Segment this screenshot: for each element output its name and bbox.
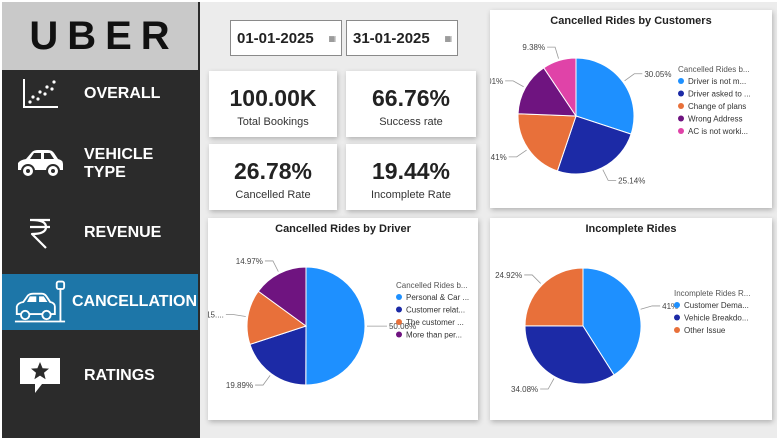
kpi-label: Cancelled Rate xyxy=(235,189,311,201)
data-label: 34.08% xyxy=(511,385,538,394)
legend-marker xyxy=(674,302,680,308)
end-date-input[interactable]: 31-01-2025 ▦ xyxy=(346,20,458,56)
nav-label-ratings: RATINGS xyxy=(84,367,155,384)
legend-marker xyxy=(678,90,684,97)
leader-line xyxy=(225,314,246,317)
nav-item-cancellation[interactable]: CANCELLATION xyxy=(2,274,198,330)
start-date-input[interactable]: 01-01-2025 ▦ xyxy=(230,20,342,56)
legend-marker xyxy=(396,294,402,300)
kpi-card-success-rate: 66.76% Success rate xyxy=(346,71,476,137)
leader-line xyxy=(640,305,661,310)
leader-line xyxy=(524,274,541,284)
legend-marker xyxy=(396,331,402,338)
legend-item[interactable]: Personal & Car ... xyxy=(406,293,469,302)
legend-marker xyxy=(678,78,684,84)
data-label: 19.89% xyxy=(226,381,253,390)
car-parked-icon xyxy=(14,280,66,323)
leader-line xyxy=(264,260,279,272)
data-label: 30.05% xyxy=(644,70,671,79)
pie-chart: 30.05% 25.14% 20.41% 15.01% 9.38% Cancelled R… xyxy=(490,43,751,185)
legend-marker xyxy=(674,327,680,333)
data-label: 15.... xyxy=(208,311,224,320)
leader-line xyxy=(505,80,524,88)
legend-item[interactable]: Customer Dema... xyxy=(684,301,749,310)
logo: UBER xyxy=(2,2,198,70)
kpi-card-incomplete-rate: 19.44% Incomplete Rate xyxy=(346,144,476,210)
rupee-icon xyxy=(14,213,66,253)
leader-line xyxy=(547,46,559,59)
leader-line xyxy=(602,169,617,181)
legend-item[interactable]: Driver is not m... xyxy=(688,77,746,86)
nav-item-revenue[interactable]: REVENUE xyxy=(2,205,198,261)
leader-line xyxy=(255,375,271,386)
leader-line xyxy=(508,149,527,158)
nav-label-cancellation: CANCELLATION xyxy=(72,293,198,310)
legend-marker xyxy=(396,306,402,313)
kpi-value: 100.00K xyxy=(229,85,317,111)
legend-item[interactable]: The customer ... xyxy=(406,318,464,327)
legend-item[interactable]: More than per... xyxy=(406,331,462,340)
chart-incomplete-rides: Incomplete Rides 41% 34.08% 24.92% Incomple… xyxy=(490,218,772,420)
legend-marker xyxy=(678,128,684,134)
data-label: 20.41% xyxy=(490,153,507,162)
legend-marker xyxy=(396,319,402,325)
legend-title: Cancelled Rides b... xyxy=(678,65,750,74)
leader-line xyxy=(540,378,555,390)
scatter-chart-icon xyxy=(14,74,66,114)
legend-item[interactable]: Other Issue xyxy=(684,326,726,335)
kpi-label: Total Bookings xyxy=(237,116,309,128)
pie-chart: 41%34.08%24.92%Incomplete Rides R...Cust… xyxy=(495,267,750,394)
data-label: 9.38% xyxy=(522,43,545,52)
kpi-value: 66.76% xyxy=(371,85,450,111)
nav-label-revenue: REVENUE xyxy=(84,224,162,241)
kpi-value: 26.78% xyxy=(233,158,312,184)
data-label: 14.97% xyxy=(236,257,263,266)
end-date-value: 31-01-2025 xyxy=(353,29,430,47)
legend-item[interactable]: Vehicle Breakdo... xyxy=(684,314,748,323)
leader-line xyxy=(624,73,643,82)
calendar-icon[interactable]: ▦ xyxy=(328,34,336,43)
legend-title: Incomplete Rides R... xyxy=(674,289,750,298)
nav-label-vehicle-type: VEHICLE TYPE xyxy=(84,146,154,181)
legend-item[interactable]: Wrong Address xyxy=(688,115,743,124)
chart-cancelled-by-driver: Cancelled Rides by Driver 50.06% 19.89% 15… xyxy=(208,218,478,420)
chart-cancelled-by-customers: Cancelled Rides by Customers 30.05% 25.14… xyxy=(490,10,772,208)
star-speech-icon xyxy=(14,356,66,396)
legend-item[interactable]: Change of plans xyxy=(688,102,746,111)
legend-item[interactable]: Driver asked to ... xyxy=(688,90,751,99)
kpi-card-total-bookings: 100.00K Total Bookings xyxy=(209,71,337,137)
legend-item[interactable]: Customer relat... xyxy=(406,306,465,315)
pie-slice[interactable] xyxy=(305,266,366,386)
kpi-card-cancelled-rate: 26.78% Cancelled Rate xyxy=(209,144,337,210)
data-label: 24.92% xyxy=(495,271,522,280)
legend-marker xyxy=(674,314,680,321)
legend-title: Cancelled Rides b... xyxy=(396,281,468,290)
kpi-label: Success rate xyxy=(379,116,443,128)
legend-item[interactable]: AC is not worki... xyxy=(688,127,748,136)
legend-marker xyxy=(678,115,684,122)
logo-text: UBER xyxy=(29,13,179,58)
kpi-label: Incomplete Rate xyxy=(370,189,452,201)
kpi-value: 19.44% xyxy=(371,158,450,184)
pie-chart: 50.06%19.89%15....14.97%Cancelled Rides … xyxy=(208,257,469,390)
start-date-value: 01-01-2025 xyxy=(237,29,314,47)
nav-label-overall: OVERALL xyxy=(84,85,161,102)
nav-item-overall[interactable]: OVERALL xyxy=(2,66,198,122)
calendar-icon[interactable]: ▦ xyxy=(444,34,452,43)
data-label: 25.14% xyxy=(618,176,645,185)
car-icon xyxy=(14,144,66,184)
legend-marker xyxy=(678,103,684,109)
nav-item-ratings[interactable]: RATINGS xyxy=(2,348,198,404)
data-label: 15.01% xyxy=(490,77,503,86)
nav-item-vehicle-type[interactable]: VEHICLE TYPE xyxy=(2,136,198,192)
